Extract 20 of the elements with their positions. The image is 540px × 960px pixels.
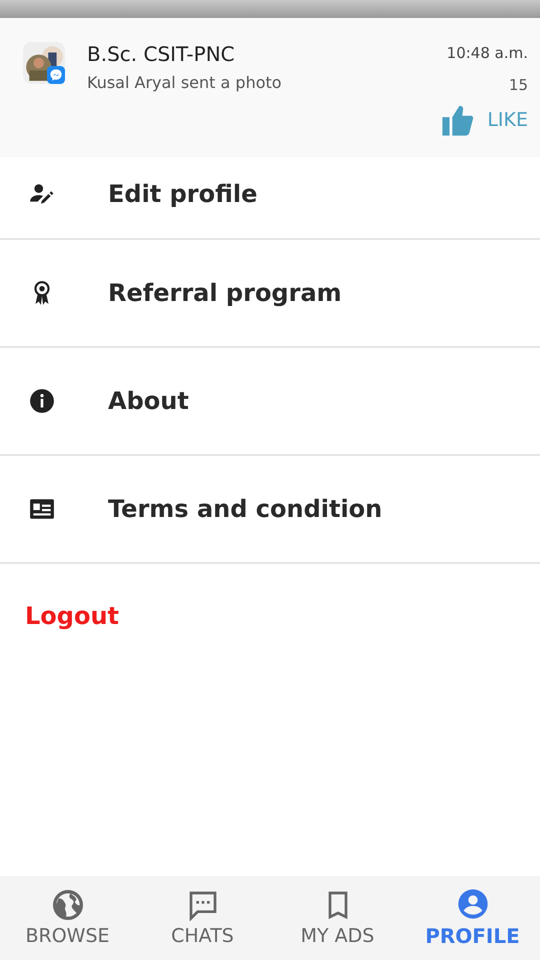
nav-tab[interactable]: PROFILE (405, 876, 540, 960)
notification-message: Kusal Aryal sent a photo (87, 73, 283, 92)
nav-tab[interactable]: CHATS (135, 876, 270, 960)
like-button[interactable]: LIKE (441, 102, 528, 138)
message-count: 15 (508, 76, 528, 94)
chat-icon (186, 889, 218, 921)
menu-item[interactable]: Referral program (0, 240, 540, 348)
menu-item[interactable]: About (0, 348, 540, 456)
notification-title: B.Sc. CSIT-PNC (87, 42, 236, 66)
nav-tab[interactable]: BROWSE (0, 876, 135, 960)
info-icon (29, 388, 55, 414)
account-icon (456, 888, 488, 920)
logout-link[interactable]: Logout (25, 602, 120, 630)
messenger-icon (47, 66, 65, 84)
nav-tab[interactable]: MY ADS (270, 876, 405, 960)
menu-item[interactable]: Terms and condition (0, 456, 540, 564)
notification-card[interactable]: B.Sc. CSIT-PNC Kusal Aryal sent a photo 10:48 a.m. 15 LIKE (0, 18, 540, 157)
menu-item[interactable]: Edit profile (0, 157, 540, 240)
notification-time: 10:48 a.m. (446, 44, 528, 62)
globe-icon (52, 889, 84, 921)
